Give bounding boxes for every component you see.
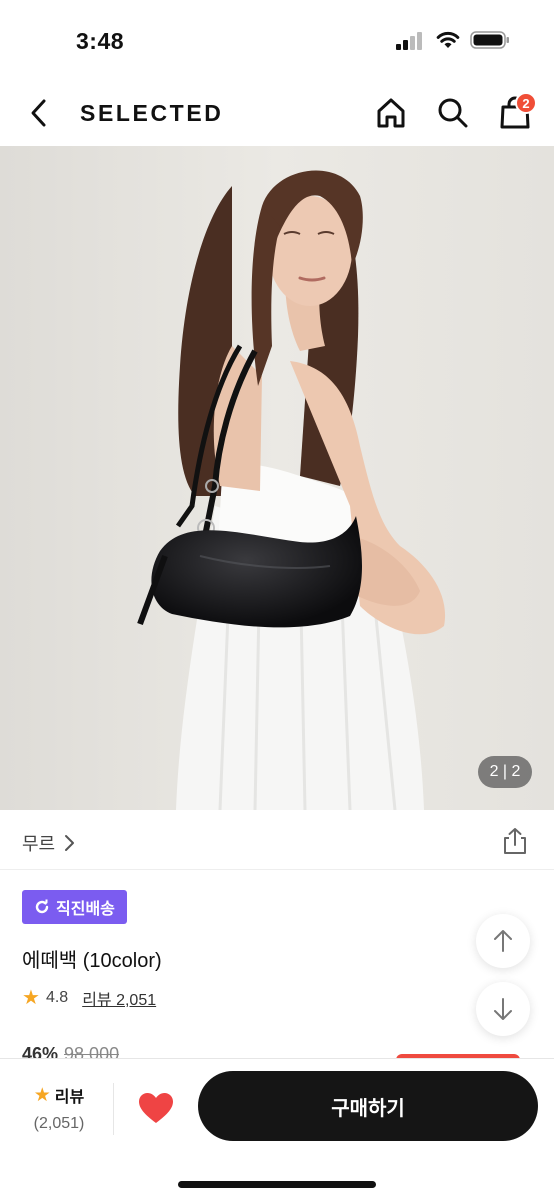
review-count: (2,051) (33, 1115, 85, 1132)
delivery-badge-label: 직진배송 (56, 901, 115, 918)
share-icon[interactable] (500, 826, 530, 856)
brand-link[interactable]: 무르 (22, 830, 75, 856)
wifi-icon (436, 31, 460, 48)
status-bar: 3:48 (0, 0, 554, 80)
brand-logo[interactable]: SELECTED (80, 100, 223, 127)
home-icon[interactable] (372, 94, 410, 132)
chevron-right-icon (65, 835, 75, 851)
arrow-down-icon (494, 998, 512, 1020)
direct-delivery-badge: 직진배송 (22, 890, 127, 924)
rating-row: ★ 4.8 리뷰 2,051 (22, 986, 156, 1010)
back-button[interactable] (22, 94, 56, 132)
signal-icon (396, 32, 422, 50)
star-icon: ★ (33, 1084, 51, 1106)
review-link[interactable]: 리뷰 2,051 (82, 986, 156, 1010)
product-name: 에떼백 (10color) (22, 950, 162, 972)
status-time: 3:48 (76, 28, 125, 54)
review-summary-label-row: ★ 리뷰 (24, 1083, 94, 1107)
brand-name: 무르 (22, 834, 56, 854)
cart-count-badge: 2 (515, 92, 537, 114)
battery-icon (470, 31, 509, 49)
scroll-up-button[interactable] (476, 914, 530, 968)
bottom-action-bar: ★ 리뷰 (2,051) 구매하기 (0, 1058, 554, 1200)
refresh-icon (35, 899, 49, 914)
rating-value: 4.8 (45, 989, 69, 1006)
image-counter: 2 | 2 (478, 756, 532, 788)
heart-icon[interactable] (136, 1089, 176, 1129)
buy-button[interactable]: 구매하기 (198, 1071, 538, 1141)
divider (113, 1083, 114, 1135)
product-photo (0, 146, 554, 810)
product-image[interactable]: 2 | 2 (0, 146, 554, 810)
brand-row: 무르 (0, 810, 554, 870)
review-label: 리뷰 (54, 1089, 85, 1106)
top-navigation: SELECTED (0, 80, 554, 146)
arrow-up-icon (494, 930, 512, 952)
star-icon: ★ (22, 987, 40, 1009)
search-icon[interactable] (434, 94, 472, 132)
back-chevron-icon (31, 99, 46, 127)
review-summary[interactable]: ★ 리뷰 (2,051) (24, 1083, 94, 1133)
scroll-down-button[interactable] (476, 982, 530, 1036)
home-indicator (178, 1181, 376, 1188)
